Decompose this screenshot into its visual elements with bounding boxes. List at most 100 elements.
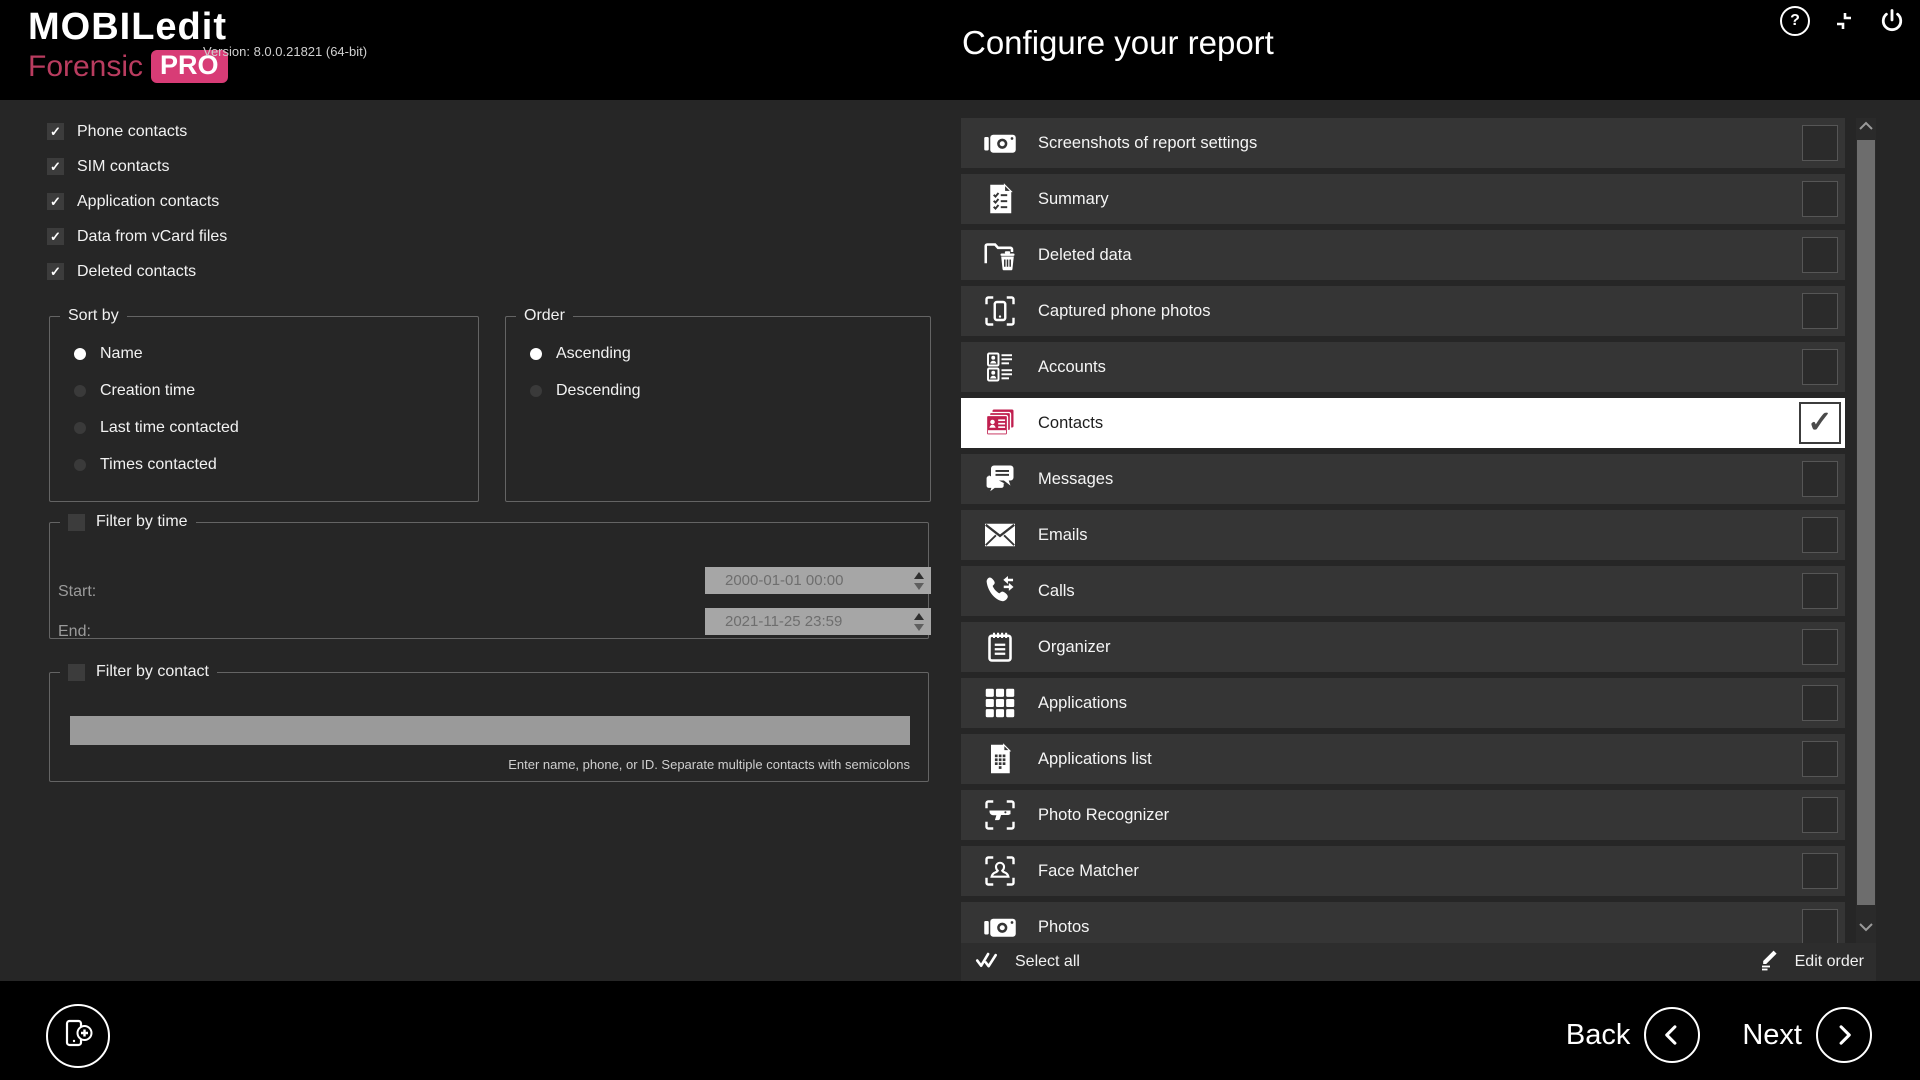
filter-by-contact-checkbox[interactable] (68, 664, 85, 681)
spin-down-icon[interactable] (914, 583, 924, 590)
add-phone-button[interactable] (46, 1004, 110, 1068)
report-section-row-accounts[interactable]: Accounts (961, 342, 1845, 392)
start-datetime-input[interactable]: 2000-01-01 00:00 (705, 567, 907, 594)
report-sections-list: Screenshots of report settings Summary Del… (961, 118, 1845, 943)
radio-descending[interactable] (530, 385, 542, 397)
radio-ascending[interactable] (530, 348, 542, 360)
section-checkbox-contacts[interactable]: ✓ (1799, 402, 1841, 444)
edit-order-button[interactable]: Edit order (1757, 948, 1864, 977)
configure-report-screen: MOBILedit Forensic PRO Version: 8.0.0.21… (0, 0, 1920, 1080)
scroll-down-icon[interactable] (1856, 919, 1876, 935)
order-options: AscendingDescending (530, 335, 930, 409)
scroll-up-icon[interactable] (1856, 118, 1876, 134)
checkbox-application-contacts[interactable]: ✓ (47, 193, 64, 210)
contact-filter-input[interactable] (70, 716, 910, 745)
report-section-row-screenshots-of-report-settings[interactable]: Screenshots of report settings (961, 118, 1845, 168)
section-label-applications: Applications (1038, 694, 1127, 713)
report-section-row-organizer[interactable]: Organizer (961, 622, 1845, 672)
section-checkbox-organizer[interactable] (1802, 629, 1838, 665)
checkbox-phone-contacts[interactable]: ✓ (47, 123, 64, 140)
messages-icon (982, 461, 1018, 497)
section-checkbox-accounts[interactable] (1802, 349, 1838, 385)
summary-checklist-icon (982, 181, 1018, 217)
next-button[interactable] (1816, 1007, 1872, 1063)
section-checkbox-applications[interactable] (1802, 685, 1838, 721)
face-matcher-icon (982, 853, 1018, 889)
spin-up-icon[interactable] (914, 572, 924, 579)
end-datetime-input[interactable]: 2021-11-25 23:59 (705, 608, 907, 635)
edit-order-label: Edit order (1795, 953, 1864, 971)
radio-creation-time[interactable] (74, 385, 86, 397)
spin-down-icon[interactable] (914, 624, 924, 631)
sort-by-option-name[interactable]: Name (74, 335, 478, 372)
select-all-button[interactable]: Select all (973, 947, 1080, 978)
applications-grid-icon (982, 685, 1018, 721)
section-checkbox-summary[interactable] (1802, 181, 1838, 217)
report-section-row-captured-phone-photos[interactable]: Captured phone photos (961, 286, 1845, 336)
label-name: Name (100, 345, 143, 363)
order-option-ascending[interactable]: Ascending (530, 335, 930, 372)
checkbox-deleted-contacts[interactable]: ✓ (47, 263, 64, 280)
report-section-row-applications-list[interactable]: Applications list (961, 734, 1845, 784)
version-label: Version: 8.0.0.21821 (64-bit) (203, 44, 367, 59)
power-icon[interactable] (1878, 7, 1906, 35)
section-label-organizer: Organizer (1038, 638, 1110, 657)
order-group: Order AscendingDescending (505, 307, 931, 502)
section-checkbox-captured-phone-photos[interactable] (1802, 293, 1838, 329)
start-datetime-spinner[interactable] (907, 567, 931, 594)
help-icon[interactable]: ? (1780, 6, 1810, 36)
section-checkbox-emails[interactable] (1802, 517, 1838, 553)
section-label-emails: Emails (1038, 526, 1088, 545)
end-label: End: (58, 623, 91, 641)
section-checkbox-applications-list[interactable] (1802, 741, 1838, 777)
sort-by-option-times-contacted[interactable]: Times contacted (74, 446, 478, 483)
radio-name[interactable] (74, 348, 86, 360)
start-label: Start: (58, 583, 96, 601)
radio-last-time-contacted[interactable] (74, 422, 86, 434)
report-section-row-summary[interactable]: Summary (961, 174, 1845, 224)
report-section-row-face-matcher[interactable]: Face Matcher (961, 846, 1845, 896)
order-legend: Order (516, 307, 573, 325)
scrollbar-thumb[interactable] (1857, 140, 1875, 905)
checkbox-sim-contacts[interactable]: ✓ (47, 158, 64, 175)
next-label: Next (1742, 1019, 1802, 1052)
section-checkbox-messages[interactable] (1802, 461, 1838, 497)
report-section-row-photo-recognizer[interactable]: Photo Recognizer (961, 790, 1845, 840)
order-option-descending[interactable]: Descending (530, 372, 930, 409)
data-source-item-sim-contacts[interactable]: ✓ SIM contacts (47, 149, 227, 184)
end-datetime-value: 2021-11-25 23:59 (725, 613, 842, 630)
checkbox-data-from-vcard-files[interactable]: ✓ (47, 228, 64, 245)
back-button[interactable] (1644, 1007, 1700, 1063)
section-checkbox-face-matcher[interactable] (1802, 853, 1838, 889)
report-section-row-deleted-data[interactable]: Deleted data (961, 230, 1845, 280)
section-checkbox-calls[interactable] (1802, 573, 1838, 609)
report-section-row-applications[interactable]: Applications (961, 678, 1845, 728)
sort-by-option-last-time-contacted[interactable]: Last time contacted (74, 409, 478, 446)
section-checkbox-photo-recognizer[interactable] (1802, 797, 1838, 833)
data-source-item-data-from-vcard-files[interactable]: ✓Data from vCard files (47, 219, 227, 254)
section-label-face-matcher: Face Matcher (1038, 862, 1139, 881)
filter-by-contact-group: Filter by contact Enter name, phone, or … (49, 663, 929, 782)
data-source-item-deleted-contacts[interactable]: ✓Deleted contacts (47, 254, 227, 289)
data-source-item-phone-contacts[interactable]: ✓Phone contacts (47, 114, 227, 149)
section-checkbox-screenshots-of-report-settings[interactable] (1802, 125, 1838, 161)
report-section-row-photos[interactable]: Photos (961, 902, 1845, 943)
section-checkbox-deleted-data[interactable] (1802, 237, 1838, 273)
radio-times-contacted[interactable] (74, 459, 86, 471)
report-section-row-contacts[interactable]: Contacts✓ (961, 398, 1845, 448)
end-datetime-spinner[interactable] (907, 608, 931, 635)
spin-up-icon[interactable] (914, 613, 924, 620)
report-section-row-messages[interactable]: Messages (961, 454, 1845, 504)
section-checkbox-photos[interactable] (1802, 909, 1838, 943)
scrollbar[interactable] (1856, 118, 1876, 943)
label-creation-time: Creation time (100, 382, 195, 400)
filter-by-time-label: Filter by time (96, 513, 188, 531)
sort-by-option-creation-time[interactable]: Creation time (74, 372, 478, 409)
report-section-row-emails[interactable]: Emails (961, 510, 1845, 560)
label-sim-contacts: SIM contacts (77, 158, 169, 176)
app-logo: MOBILedit Forensic PRO (28, 8, 228, 83)
report-section-row-calls[interactable]: Calls (961, 566, 1845, 616)
filter-by-time-checkbox[interactable] (68, 514, 85, 531)
data-source-item-application-contacts[interactable]: ✓Application contacts (47, 184, 227, 219)
resize-icon[interactable] (1832, 9, 1856, 33)
